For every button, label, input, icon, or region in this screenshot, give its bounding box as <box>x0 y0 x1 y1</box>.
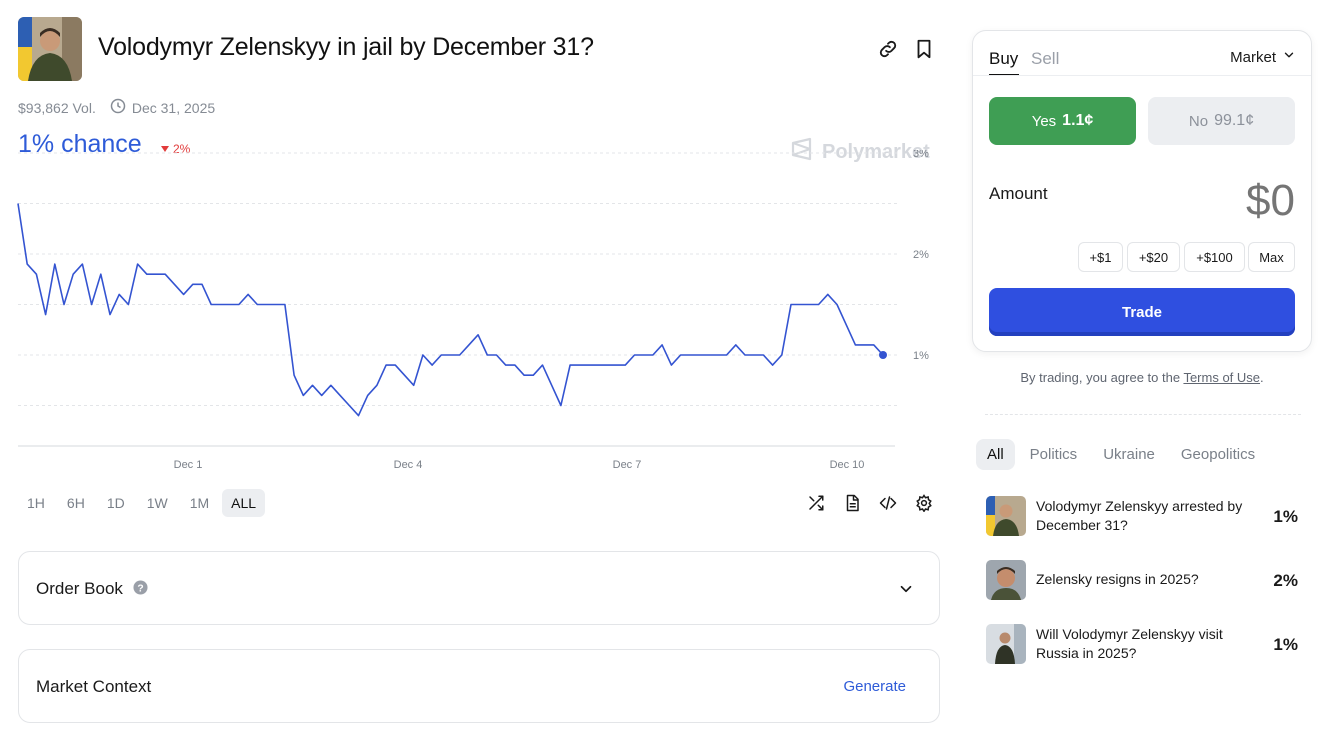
market-meta: $93,862 Vol. Dec 31, 2025 <box>18 98 215 117</box>
bookmark-icon[interactable] <box>913 38 935 60</box>
section-divider <box>985 414 1301 415</box>
market-image <box>18 17 82 81</box>
shuffle-icon[interactable] <box>807 494 825 512</box>
time-range-all[interactable]: ALL <box>222 489 266 517</box>
time-range-1w[interactable]: 1W <box>138 489 177 517</box>
trade-button[interactable]: Trade <box>989 288 1295 336</box>
volume: $93,862 Vol. <box>18 99 96 116</box>
related-market-title: Will Volodymyr Zelenskyy visit Russia in… <box>1036 626 1223 661</box>
yes-button[interactable]: Yes 1.1¢ <box>989 97 1136 145</box>
related-market-title: Volodymyr Zelenskyy arrested by December… <box>1036 498 1243 533</box>
order-type-select[interactable]: Market <box>1230 48 1296 66</box>
category-tab-geopolitics[interactable]: Geopolitics <box>1170 439 1266 470</box>
related-market-chance: 1% <box>1273 635 1298 654</box>
related-market-title: Zelensky resigns in 2025? <box>1036 571 1199 587</box>
trade-panel: Buy Sell Market Yes 1.1¢ No 99.1¢ Amount… <box>972 30 1312 352</box>
y-tick-label: 2% <box>913 249 929 261</box>
market-title: Volodymyr Zelenskyy in jail by December … <box>98 33 594 61</box>
document-icon[interactable] <box>843 494 861 512</box>
time-range-1h[interactable]: 1H <box>18 489 54 517</box>
category-tab-all[interactable]: All <box>976 439 1015 470</box>
price-chart-svg: 1% 2% 3% Dec 1 Dec 4 Dec 7 Dec 10 <box>17 148 929 471</box>
terms-link[interactable]: Terms of Use <box>1183 370 1260 385</box>
category-tabs: All Politics Ukraine Geopolitics <box>976 439 1266 470</box>
help-icon[interactable]: ? <box>133 580 148 600</box>
series-line <box>17 203 884 417</box>
tab-divider <box>973 75 1311 76</box>
end-date: Dec 31, 2025 <box>131 99 216 116</box>
generate-button[interactable]: Generate <box>843 678 906 695</box>
related-market-item[interactable]: Zelensky resigns in 2025? 2% <box>986 558 1306 602</box>
x-tick-label: Dec 7 <box>613 459 642 471</box>
related-market-chance: 1% <box>1273 507 1298 526</box>
add-1-button[interactable]: +$1 <box>1078 242 1123 272</box>
svg-text:?: ? <box>137 583 143 594</box>
category-tab-ukraine[interactable]: Ukraine <box>1092 439 1166 470</box>
y-tick-label: 1% <box>913 350 929 362</box>
category-tab-politics[interactable]: Politics <box>1019 439 1089 470</box>
related-market-item[interactable]: Will Volodymyr Zelenskyy visit Russia in… <box>986 622 1306 666</box>
time-range-6h[interactable]: 6H <box>58 489 94 517</box>
amount-label: Amount <box>989 184 1048 203</box>
related-market-item[interactable]: Volodymyr Zelenskyy arrested by December… <box>986 494 1306 538</box>
price-chart: 1% 2% 3% Dec 1 Dec 4 Dec 7 Dec 10 <box>0 148 945 480</box>
market-context-card: Market Context Generate <box>18 649 940 723</box>
add-20-button[interactable]: +$20 <box>1127 242 1180 272</box>
chevron-down-icon <box>1282 48 1296 66</box>
time-range-1m[interactable]: 1M <box>181 489 218 517</box>
market-context-label: Market Context <box>36 677 152 696</box>
order-book-card[interactable]: Order Book ? <box>18 551 940 625</box>
x-tick-label: Dec 10 <box>830 459 865 471</box>
max-button[interactable]: Max <box>1248 242 1295 272</box>
link-icon[interactable] <box>877 38 899 60</box>
x-tick-label: Dec 4 <box>394 459 423 471</box>
chevron-down-icon[interactable] <box>897 580 915 603</box>
no-button[interactable]: No 99.1¢ <box>1148 97 1295 145</box>
terms-notice: By trading, you agree to the Terms of Us… <box>1020 370 1264 385</box>
y-tick-label: 3% <box>913 150 929 160</box>
related-market-image <box>986 560 1026 600</box>
add-100-button[interactable]: +$100 <box>1184 242 1245 272</box>
gear-icon[interactable] <box>915 494 933 513</box>
time-range-selector: 1H 6H 1D 1W 1M ALL <box>18 489 266 517</box>
time-range-1d[interactable]: 1D <box>98 489 134 517</box>
clock-icon <box>110 98 126 117</box>
x-tick-label: Dec 1 <box>174 459 203 471</box>
tab-buy[interactable]: Buy <box>989 49 1018 69</box>
related-market-image <box>986 624 1026 664</box>
amount-input[interactable] <box>1145 176 1295 226</box>
current-value-point <box>879 351 887 359</box>
code-icon[interactable] <box>879 494 897 512</box>
related-market-chance: 2% <box>1273 571 1298 590</box>
tab-sell[interactable]: Sell <box>1031 49 1059 69</box>
order-book-label: Order Book <box>36 579 123 598</box>
related-market-image <box>986 496 1026 536</box>
